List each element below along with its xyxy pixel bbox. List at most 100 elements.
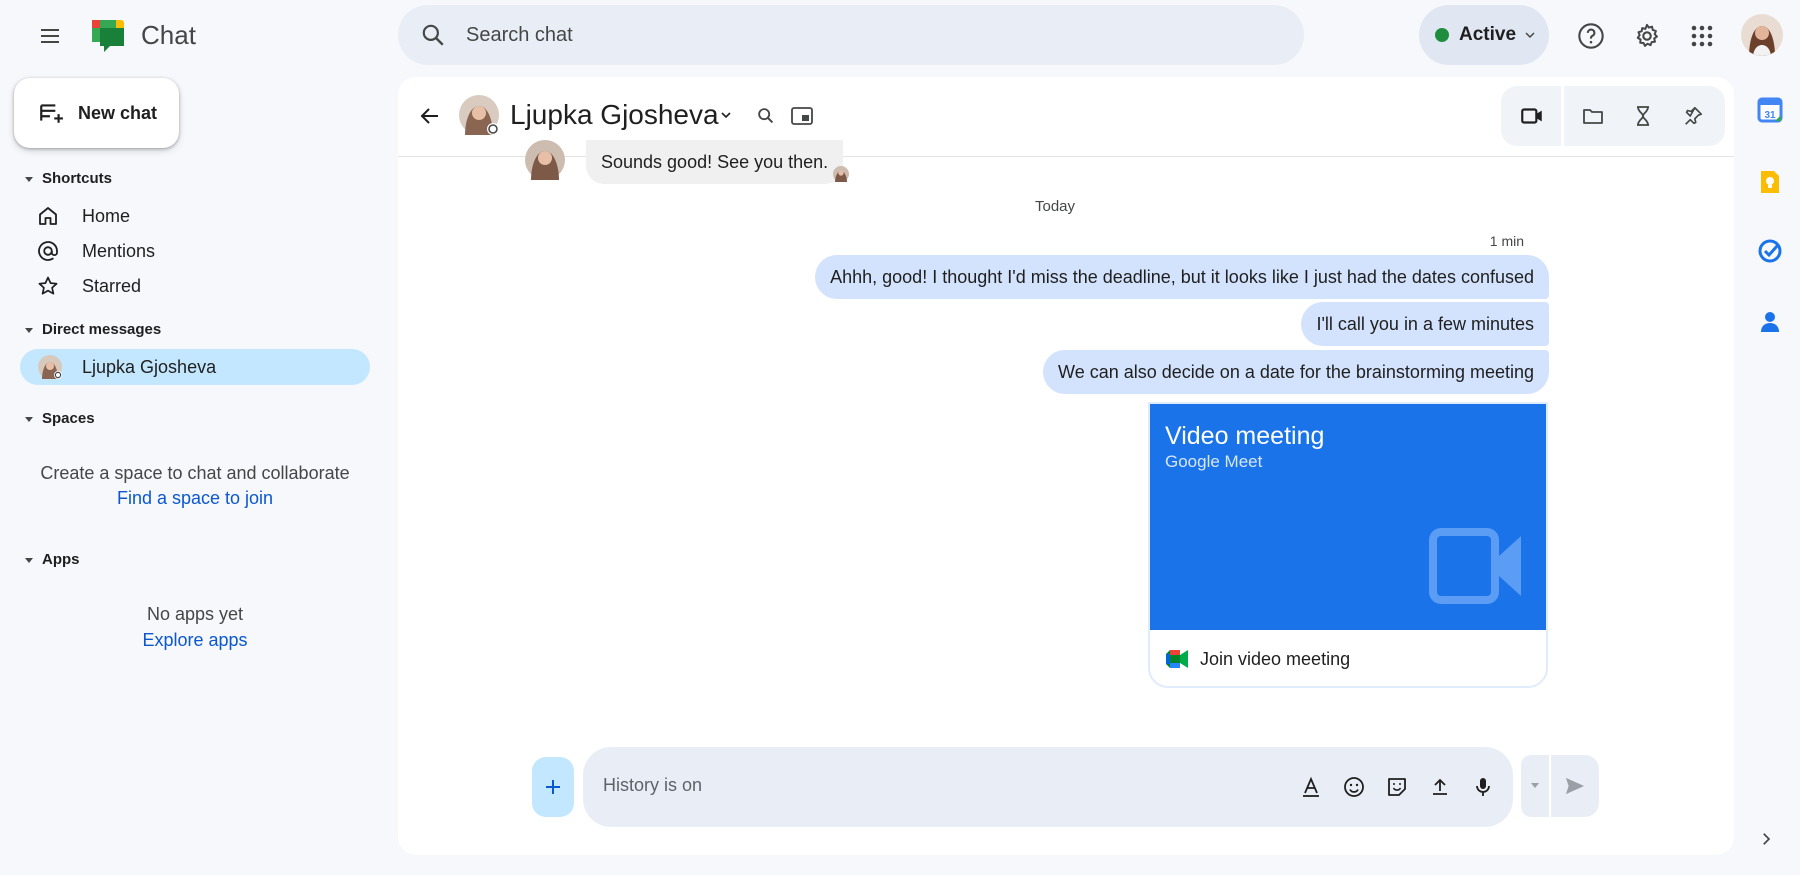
video-camera-icon	[1429, 528, 1521, 604]
svg-text:31: 31	[1764, 110, 1776, 121]
star-icon	[38, 276, 58, 295]
explore-apps-link[interactable]: Explore apps	[20, 630, 370, 651]
apps-empty-text: No apps yet	[146, 604, 244, 624]
search-input[interactable]: Search chat	[466, 24, 573, 47]
contact-avatar[interactable]	[459, 95, 499, 135]
status-dot	[1435, 28, 1449, 42]
sidebar-item-label: Mentions	[82, 240, 156, 261]
conversation-toolbar	[1501, 86, 1725, 146]
main-menu-button[interactable]	[26, 12, 74, 60]
account-avatar[interactable]	[1741, 14, 1783, 56]
section-spaces-label: Spaces	[42, 410, 95, 427]
folder-icon	[1583, 109, 1603, 124]
chevron-down-icon	[1525, 32, 1535, 39]
join-video-meeting-label: Join video meeting	[1200, 648, 1351, 669]
pin-button[interactable]	[1668, 86, 1718, 146]
status-label: Active	[1459, 24, 1517, 45]
settings-button[interactable]	[1623, 12, 1671, 60]
sidebar-item-mentions[interactable]: Mentions	[20, 233, 370, 269]
collapse-triangle-icon	[25, 557, 33, 563]
find-space-link[interactable]: Find a space to join	[20, 488, 370, 509]
send-button-group	[1521, 755, 1599, 817]
section-shortcuts-label: Shortcuts	[42, 170, 113, 187]
hourglass-icon	[1637, 106, 1649, 126]
search-icon	[422, 24, 444, 46]
video-meeting-card: Video meeting Google Meet Join video mee…	[1148, 402, 1548, 688]
collapse-triangle-icon	[25, 416, 33, 422]
new-chat-icon	[40, 104, 63, 123]
section-apps-label: Apps	[42, 551, 80, 568]
plus-icon	[546, 780, 560, 794]
emoji-icon[interactable]	[1342, 775, 1366, 799]
keep-app-icon[interactable]	[1756, 168, 1784, 196]
send-options-button[interactable]	[1521, 755, 1549, 817]
microphone-icon[interactable]	[1471, 775, 1495, 799]
send-icon	[1565, 777, 1585, 795]
section-dm-label: Direct messages	[42, 321, 162, 338]
pop-out-icon[interactable]	[790, 105, 814, 127]
meeting-card-title: Video meeting	[1165, 422, 1325, 450]
sidebar-item-label: Ljupka Gjosheva	[82, 356, 217, 377]
search-bar[interactable]: Search chat	[398, 5, 1304, 65]
google-meet-icon	[1166, 650, 1188, 668]
sidebar-item-label: Starred	[82, 275, 142, 296]
section-apps[interactable]: Apps	[24, 551, 80, 568]
hamburger-icon	[41, 29, 59, 43]
message-timestamp: 1 min	[1489, 233, 1524, 249]
section-direct-messages[interactable]: Direct messages	[24, 321, 161, 338]
home-icon	[39, 207, 57, 225]
search-in-chat-icon[interactable]	[755, 105, 777, 127]
new-chat-label: New chat	[78, 102, 158, 123]
contacts-app-icon[interactable]	[1756, 308, 1784, 336]
text-format-icon[interactable]	[1299, 775, 1323, 799]
avatar	[38, 355, 62, 379]
message-bubble-sent[interactable]: Ahhh, good! I thought I'd miss the deadl…	[815, 255, 1549, 299]
sidebar-item-dm-ljupka[interactable]: Ljupka Gjosheva	[20, 349, 370, 385]
upload-icon[interactable]	[1428, 775, 1452, 799]
sidebar-item-starred[interactable]: Starred	[20, 268, 370, 304]
chevron-right-icon[interactable]	[1757, 830, 1775, 848]
spaces-empty-text: Create a space to chat and collaborate	[40, 463, 350, 483]
files-button[interactable]	[1568, 86, 1618, 146]
back-button[interactable]	[412, 98, 448, 134]
section-spaces[interactable]: Spaces	[24, 410, 95, 427]
sender-avatar[interactable]	[525, 140, 565, 180]
calendar-app-icon[interactable]: 31	[1756, 96, 1784, 124]
apps-grid-icon	[1691, 25, 1713, 47]
message-input[interactable]: History is on	[603, 775, 702, 796]
sticker-icon[interactable]	[1385, 775, 1409, 799]
collapse-triangle-icon	[25, 176, 33, 182]
message-bubble-received[interactable]: Sounds good! See you then.	[586, 140, 844, 184]
help-icon	[1578, 23, 1604, 49]
add-attachment-button[interactable]	[532, 757, 574, 817]
read-receipt-avatar	[833, 166, 849, 182]
tasks-button[interactable]	[1618, 86, 1668, 146]
chat-logo[interactable]	[88, 16, 128, 56]
send-button[interactable]	[1551, 755, 1599, 817]
chevron-down-icon[interactable]	[718, 107, 734, 123]
gear-icon	[1636, 23, 1658, 47]
message-composer[interactable]: History is on	[583, 747, 1513, 827]
sidebar-item-label: Home	[82, 205, 131, 226]
arrow-back-icon	[420, 108, 438, 124]
join-video-meeting-button[interactable]: Join video meeting	[1150, 630, 1546, 686]
date-divider: Today	[1034, 198, 1076, 215]
message-bubble-sent[interactable]: I'll call you in a few minutes	[1301, 302, 1549, 346]
collapse-triangle-icon	[25, 327, 33, 333]
google-apps-button[interactable]	[1678, 12, 1726, 60]
video-camera-icon	[1521, 108, 1542, 124]
tasks-app-icon[interactable]	[1756, 237, 1784, 265]
at-icon	[38, 241, 58, 261]
app-title: Chat	[141, 20, 196, 50]
pin-icon	[1685, 106, 1703, 125]
help-button[interactable]	[1567, 12, 1615, 60]
sidebar-item-home[interactable]: Home	[20, 198, 370, 234]
conversation-title[interactable]: Ljupka Gjosheva	[510, 97, 719, 133]
new-chat-button[interactable]: New chat	[14, 78, 179, 148]
status-dropdown[interactable]: Active	[1419, 5, 1549, 65]
video-call-button[interactable]	[1507, 86, 1557, 146]
meeting-card-banner: Video meeting Google Meet	[1150, 404, 1546, 630]
message-bubble-sent[interactable]: We can also decide on a date for the bra…	[1043, 350, 1549, 394]
meeting-card-subtitle: Google Meet	[1165, 452, 1263, 471]
section-shortcuts[interactable]: Shortcuts	[24, 170, 112, 187]
